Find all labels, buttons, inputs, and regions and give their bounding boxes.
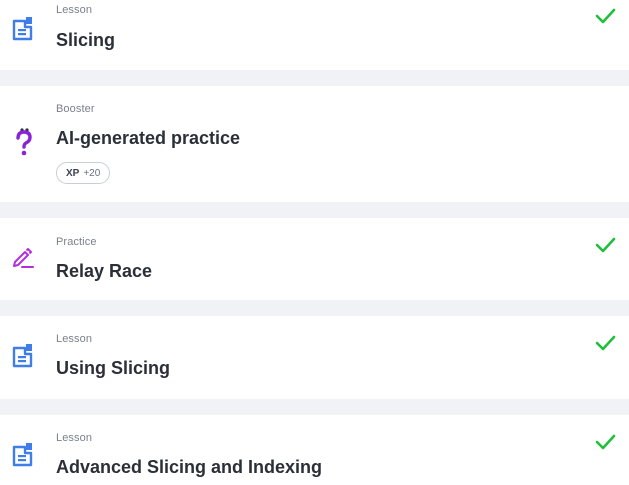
item-kind-label: Booster [56, 103, 95, 115]
completed-check-icon [594, 236, 616, 254]
list-item-ai-generated-practice[interactable]: Booster AI-generated practice XP +20 [0, 86, 629, 202]
list-item-relay-race[interactable]: Practice Relay Race [0, 218, 629, 300]
item-title: AI-generated practice [56, 128, 241, 148]
item-kind-label: Lesson [56, 333, 93, 345]
course-item-list: Lesson Slicing Booster AI-generated prac… [0, 0, 629, 485]
xp-label: XP [66, 167, 80, 179]
completed-check-icon [594, 433, 616, 451]
list-item-advanced-slicing-and-indexing[interactable]: Lesson Advanced Slicing and Indexing [0, 415, 629, 485]
completed-check-icon [594, 7, 616, 25]
item-title: Slicing [56, 30, 116, 50]
xp-reward-badge: XP +20 [56, 162, 111, 184]
list-item-using-slicing[interactable]: Lesson Using Slicing [0, 316, 629, 399]
item-kind-label: Lesson [56, 4, 93, 16]
item-title: Using Slicing [56, 358, 171, 378]
question-mark-icon [13, 127, 37, 156]
item-title: Advanced Slicing and Indexing [56, 457, 323, 477]
completed-check-icon [594, 334, 616, 352]
list-item-slicing[interactable]: Lesson Slicing [0, 0, 629, 70]
item-kind-label: Lesson [56, 432, 93, 444]
item-kind-label: Practice [56, 236, 97, 248]
lesson-document-icon [11, 343, 35, 369]
lesson-document-icon [11, 442, 35, 468]
lesson-document-icon [11, 16, 35, 42]
xp-value: +20 [83, 167, 101, 179]
pencil-icon [11, 246, 35, 272]
item-title: Relay Race [56, 261, 153, 281]
